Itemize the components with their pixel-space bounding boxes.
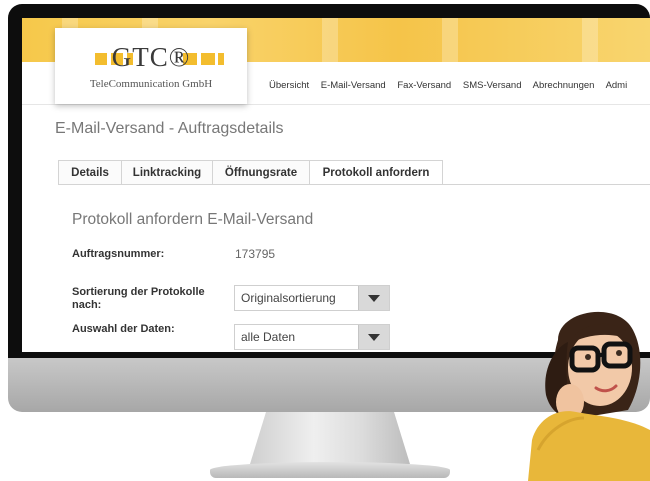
tab-protokoll-anfordern[interactable]: Protokoll anfordern xyxy=(309,160,443,186)
monitor-stand xyxy=(250,412,410,464)
data-select[interactable]: alle Daten xyxy=(234,324,390,350)
order-number-value: 173795 xyxy=(235,247,276,261)
panel-title: Protokoll anfordern E-Mail-Versand xyxy=(72,211,314,228)
nav-item-abrechnungen[interactable]: Abrechnungen xyxy=(533,80,595,91)
sort-select[interactable]: Originalsortierung xyxy=(234,285,390,311)
data-selection-label: Auswahl der Daten: xyxy=(72,323,175,335)
sort-select-value: Originalsortierung xyxy=(241,291,336,305)
nav-item-fax-versand[interactable]: Fax-Versand xyxy=(397,80,451,91)
nav-item-admin[interactable]: Admi xyxy=(606,80,628,91)
logo-brand: GTC® xyxy=(111,42,191,72)
sort-label: Sortierung der Protokolle nach: xyxy=(72,286,205,311)
company-logo[interactable]: GTC® TeleCommunication GmbH xyxy=(55,28,247,104)
nav-item-uebersicht[interactable]: Übersicht xyxy=(269,80,309,91)
main-nav: Übersicht E-Mail-Versand Fax-Versand SMS… xyxy=(269,80,636,91)
monitor-foot xyxy=(210,462,450,478)
tab-oeffnungsrate[interactable]: Öffnungsrate xyxy=(212,160,310,185)
nav-item-sms-versand[interactable]: SMS-Versand xyxy=(463,80,522,91)
chevron-down-icon[interactable] xyxy=(358,325,389,349)
chevron-down-icon[interactable] xyxy=(358,286,389,310)
order-number-label: Auftragsnummer: xyxy=(72,248,165,260)
tab-details[interactable]: Details xyxy=(58,160,122,185)
nav-item-email-versand[interactable]: E-Mail-Versand xyxy=(321,80,386,91)
logo-subtitle: TeleCommunication GmbH xyxy=(89,78,213,90)
woman-illustration xyxy=(528,311,650,481)
data-select-value: alle Daten xyxy=(241,330,296,344)
page-title: E-Mail-Versand - Auftragsdetails xyxy=(55,120,284,137)
tab-linktracking[interactable]: Linktracking xyxy=(121,160,213,185)
